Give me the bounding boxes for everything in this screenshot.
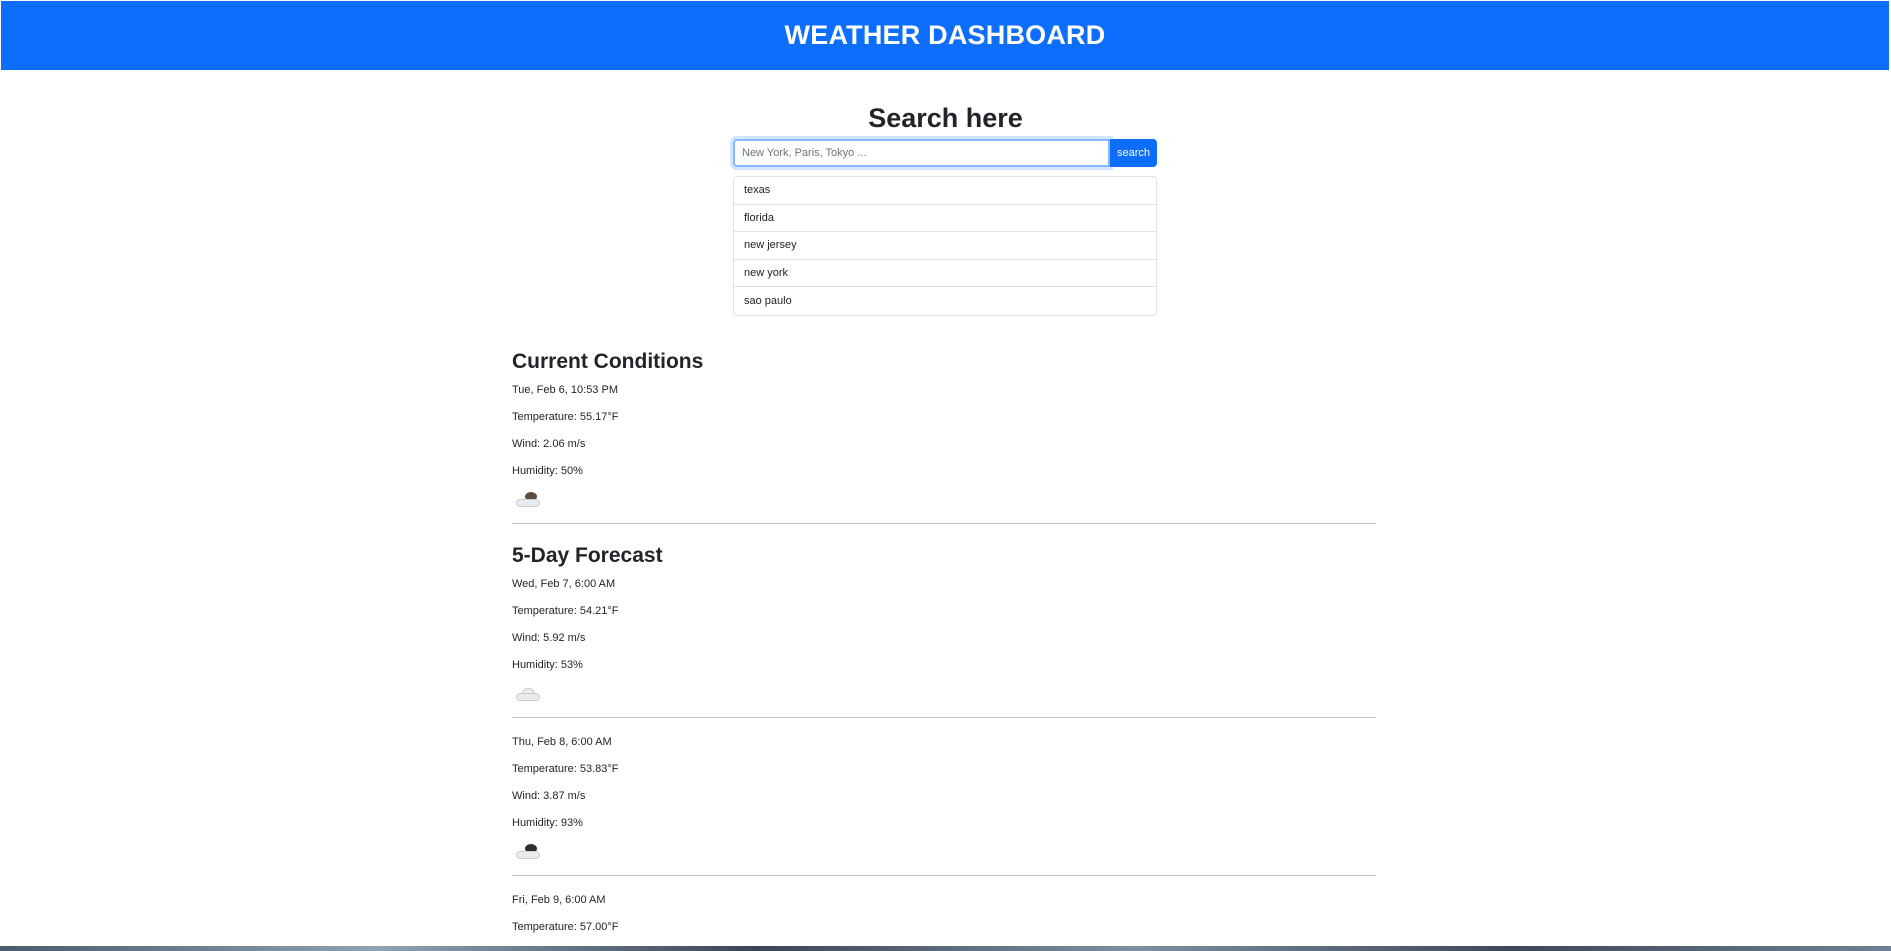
forecast-title: 5-Day Forecast <box>512 544 663 567</box>
forecast-day: Fri, Feb 9, 6:00 AM Temperature: 57.00°F <box>512 893 1376 934</box>
forecast-date: Thu, Feb 8, 6:00 AM <box>512 736 612 748</box>
forecast-day: Thu, Feb 8, 6:00 AM Temperature: 53.83°F… <box>512 735 1376 862</box>
app-header: WEATHER DASHBOARD <box>1 1 1889 70</box>
history-item-new-jersey[interactable]: new jersey <box>734 232 1156 260</box>
history-item-sao-paulo[interactable]: sao paulo <box>734 287 1156 315</box>
broken-clouds-icon <box>512 842 540 862</box>
background-image-strip <box>0 946 1891 951</box>
broken-clouds-icon <box>512 490 540 510</box>
current-conditions-title: Current Conditions <box>512 350 704 373</box>
forecast-day: Wed, Feb 7, 6:00 AM Temperature: 54.21°F… <box>512 577 1376 704</box>
forecast-temperature: Temperature: 57.00°F <box>512 921 619 933</box>
search-history-list: texas florida new jersey new york sao pa… <box>733 176 1157 316</box>
forecast-temperature: Temperature: 54.21°F <box>512 605 619 617</box>
forecast-date: Fri, Feb 9, 6:00 AM <box>512 894 606 906</box>
divider <box>512 523 1376 524</box>
current-wind: Wind: 2.06 m/s <box>512 438 586 450</box>
forecast-humidity: Humidity: 53% <box>512 659 583 671</box>
divider <box>512 875 1376 876</box>
forecast-wind: Wind: 3.87 m/s <box>512 790 586 802</box>
weather-content: Current Conditions Tue, Feb 6, 10:53 PM … <box>512 348 1376 934</box>
forecast-date: Wed, Feb 7, 6:00 AM <box>512 578 616 590</box>
search-input[interactable] <box>733 139 1110 167</box>
divider <box>512 717 1376 718</box>
cloud-icon <box>512 684 540 704</box>
current-conditions: Current Conditions Tue, Feb 6, 10:53 PM … <box>512 348 1376 510</box>
current-date: Tue, Feb 6, 10:53 PM <box>512 384 618 396</box>
history-item-texas[interactable]: texas <box>734 177 1156 205</box>
search-bar: search <box>733 139 1157 167</box>
forecast-temperature: Temperature: 53.83°F <box>512 763 619 775</box>
forecast-humidity: Humidity: 93% <box>512 817 583 829</box>
history-item-florida[interactable]: florida <box>734 205 1156 233</box>
current-temperature: Temperature: 55.17°F <box>512 411 619 423</box>
forecast-wind: Wind: 5.92 m/s <box>512 632 586 644</box>
search-button[interactable]: search <box>1110 139 1157 167</box>
forecast-section: 5-Day Forecast Wed, Feb 7, 6:00 AM Tempe… <box>512 542 1376 934</box>
current-humidity: Humidity: 50% <box>512 465 583 477</box>
app-title: WEATHER DASHBOARD <box>784 20 1106 50</box>
history-item-new-york[interactable]: new york <box>734 260 1156 288</box>
search-title: Search here <box>868 103 1023 133</box>
